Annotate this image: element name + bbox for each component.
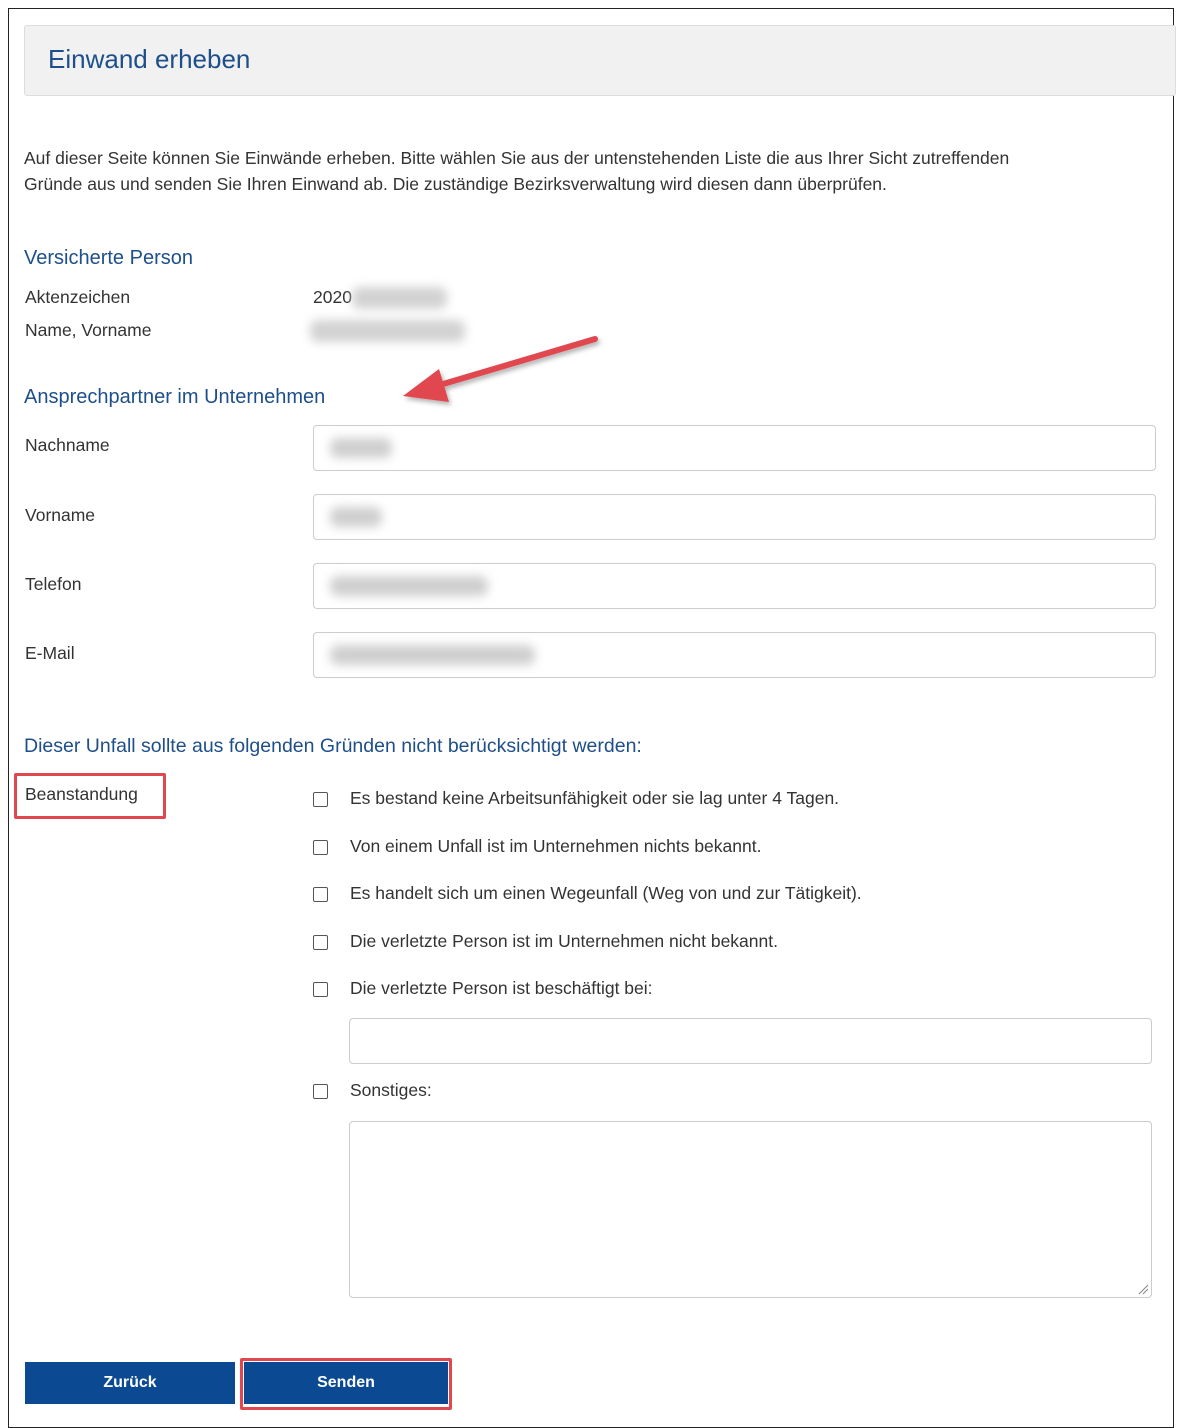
reason-2-label: Von einem Unfall ist im Unternehmen nich… (350, 836, 762, 856)
reason-4-checkbox[interactable] (313, 935, 328, 950)
file-number-value: 2020 (313, 287, 352, 307)
send-highlight (240, 1358, 452, 1410)
page-title: Einwand erheben (48, 44, 251, 74)
contact-heading: Ansprechpartner im Unternehmen (24, 386, 326, 408)
phone-label: Telefon (25, 574, 82, 594)
reasons-heading: Dieser Unfall sollte aus folgenden Gründ… (24, 735, 642, 757)
reason-5-label: Die verletzte Person ist beschäftigt bei… (350, 978, 653, 998)
file-number-label: Aktenzeichen (25, 287, 131, 307)
name-label: Name, Vorname (25, 320, 152, 340)
lastname-label: Nachname (25, 435, 110, 455)
lastname-input[interactable] (313, 425, 1156, 471)
intro-line-2: Gründe aus und senden Sie Ihren Einwand … (24, 174, 887, 194)
firstname-label: Vorname (25, 505, 96, 525)
reason-3-checkbox[interactable] (313, 887, 328, 902)
firstname-input[interactable] (313, 494, 1156, 540)
employer-input[interactable] (349, 1018, 1152, 1064)
resize-handle-icon[interactable] (1137, 1283, 1149, 1295)
reason-2-checkbox[interactable] (313, 840, 328, 855)
intro-text: Auf dieser Seite können Sie Einwände erh… (24, 145, 1154, 197)
reason-6-checkbox[interactable] (313, 1084, 328, 1099)
complaint-highlight (14, 773, 166, 819)
other-textarea[interactable] (349, 1121, 1152, 1298)
reason-5-checkbox[interactable] (313, 982, 328, 997)
reason-1-label: Es bestand keine Arbeitsunfähigkeit oder… (350, 788, 840, 808)
annotation-arrow-icon (403, 336, 598, 402)
insured-heading: Versicherte Person (24, 247, 193, 269)
reason-4-label: Die verletzte Person ist im Unternehmen … (350, 931, 778, 951)
back-button[interactable]: Zurück (25, 1362, 235, 1404)
reason-1-checkbox[interactable] (313, 792, 328, 807)
intro-line-1: Auf dieser Seite können Sie Einwände erh… (24, 148, 1010, 168)
phone-input[interactable] (313, 563, 1156, 609)
title-bar: Einwand erheben (24, 25, 1176, 96)
reason-6-label: Sonstiges: (350, 1080, 432, 1100)
email-label: E-Mail (25, 643, 75, 663)
reason-3-label: Es handelt sich um einen Wegeunfall (Weg… (350, 883, 862, 903)
email-input[interactable] (313, 632, 1156, 678)
file-number-redacted (352, 287, 447, 309)
